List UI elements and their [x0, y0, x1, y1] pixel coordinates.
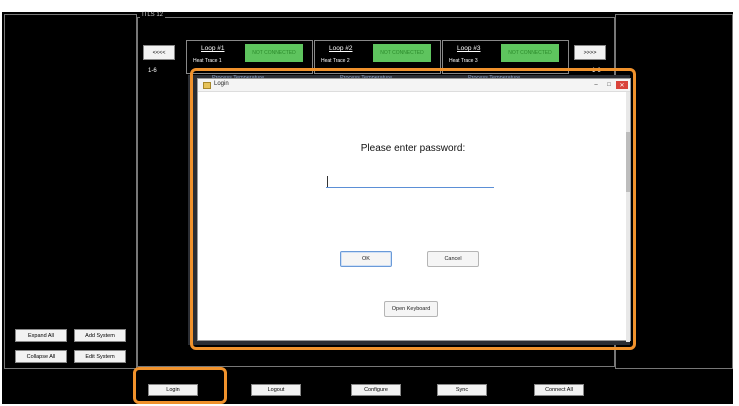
dialog-highlight-box: [190, 68, 636, 350]
range-label-left: 1-6: [148, 68, 157, 74]
loop-subtitle: Heat Trace 1: [193, 58, 222, 64]
loop-subtitle: Heat Trace 2: [321, 58, 350, 64]
loop-title: Loop #2: [329, 45, 353, 52]
group-title: ITLS 12: [140, 12, 166, 18]
configure-button[interactable]: Configure: [351, 384, 401, 396]
add-system-button[interactable]: Add System: [74, 329, 126, 342]
next-page-button[interactable]: >>>>: [574, 45, 606, 60]
system-tree-panel: [4, 14, 137, 369]
loop-title: Loop #1: [201, 45, 225, 52]
connect-all-button[interactable]: Connect All: [534, 384, 584, 396]
connection-status-badge: NOT CONNECTED: [373, 44, 431, 62]
logout-button[interactable]: Logout: [251, 384, 301, 396]
connection-status-badge: NOT CONNECTED: [501, 44, 559, 62]
login-button[interactable]: Login: [148, 384, 198, 396]
loop-title: Loop #3: [457, 45, 481, 52]
connection-status-badge: NOT CONNECTED: [245, 44, 303, 62]
prev-page-button[interactable]: <<<<: [143, 45, 175, 60]
sync-button[interactable]: Sync: [437, 384, 487, 396]
collapse-all-button[interactable]: Collapse All: [15, 350, 67, 363]
edit-system-button[interactable]: Edit System: [74, 350, 126, 363]
loop-subtitle: Heat Trace 3: [449, 58, 478, 64]
expand-all-button[interactable]: Expand All: [15, 329, 67, 342]
